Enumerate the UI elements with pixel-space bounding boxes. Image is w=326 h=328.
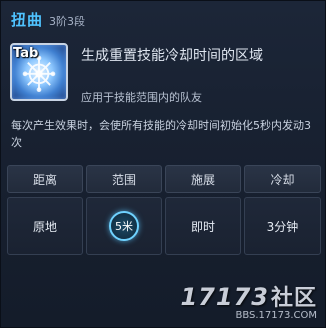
stat-header-cooldown: 冷却 [244,165,321,193]
range-value: 5米 [115,220,133,233]
watermark-logo: 17173社区 [180,283,317,311]
skill-level: 3阶3段 [49,15,86,28]
skill-stats-table: 距离 范围 施展 冷却 原地 5米 即时 3分钟 [7,165,321,255]
skill-description-title: 生成重置技能冷却时间的区域 [81,48,263,64]
range-ring-icon: 5米 [109,211,139,241]
stat-header-range: 范围 [86,165,162,193]
site-watermark: 17173社区 BBS.17173.COM [180,280,317,321]
stat-value-cast: 即时 [165,197,241,255]
skill-name: 扭曲 [11,11,44,29]
skill-tooltip: 扭曲 3阶3段 Tab 生成重置技能冷却时间的区域 应用于技能范围内的队友 每次… [0,0,326,328]
hotkey-label: Tab [13,46,39,61]
skill-header: 扭曲 3阶3段 [11,9,85,30]
stat-value-cooldown: 3分钟 [244,197,321,255]
skill-description-subtitle: 应用于技能范围内的队友 [81,91,202,104]
skill-icon[interactable]: Tab [10,43,68,101]
stat-value-distance: 原地 [7,197,83,255]
stat-value-range: 5米 [86,197,162,255]
stat-header-cast: 施展 [165,165,241,193]
stat-header-distance: 距离 [7,165,83,193]
skill-effect-text: 每次产生效果时，会使所有技能的冷却时间初始化5秒内发动3次 [11,119,311,149]
